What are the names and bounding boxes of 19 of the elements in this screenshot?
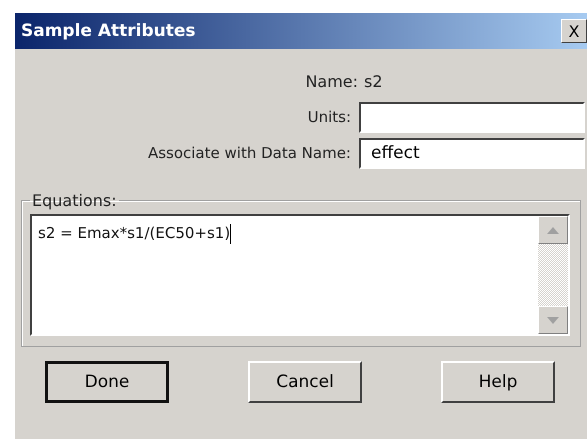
dialog-button[interactable]: Help (441, 361, 555, 403)
up-arrow-icon (547, 226, 559, 234)
input-field[interactable] (359, 102, 585, 132)
scrollbar[interactable] (538, 216, 568, 334)
group-legend: Equations: (30, 191, 119, 210)
scroll-down-button[interactable] (538, 306, 568, 334)
text-cursor (230, 224, 232, 244)
field-label: Associate with Data Name: (148, 144, 351, 162)
scroll-up-button[interactable] (538, 216, 568, 244)
down-arrow-icon (547, 316, 559, 324)
window-title: Sample Attributes (21, 21, 196, 41)
dialog-button[interactable]: Cancel (248, 361, 362, 403)
name-label: Name: (305, 72, 358, 91)
name-value: s2 (364, 72, 383, 91)
dialog-button[interactable]: Done (45, 361, 169, 403)
close-button[interactable]: X (561, 19, 587, 43)
field-label: Units: (308, 108, 351, 126)
input-field[interactable]: effect (359, 138, 585, 168)
equation-field[interactable]: s2 = Emax*s1/(EC50+s1) (30, 214, 570, 336)
